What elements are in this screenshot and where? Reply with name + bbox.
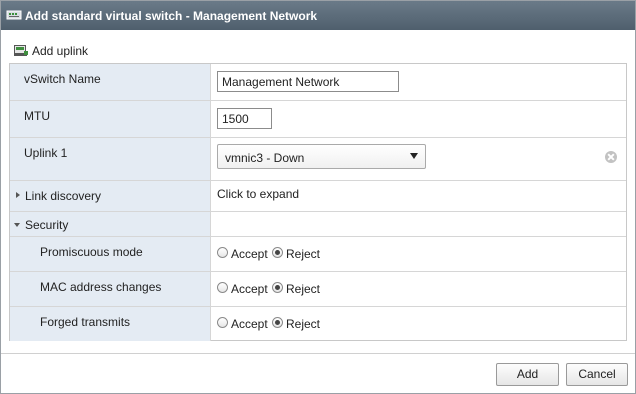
label-cell: Promiscuous mode <box>10 237 211 271</box>
row-vswitch-name: vSwitch Name <box>10 64 626 101</box>
promiscuous-mode-label: Promiscuous mode <box>40 245 143 259</box>
row-mtu: MTU <box>10 101 626 138</box>
vswitch-name-label: vSwitch Name <box>24 72 101 86</box>
add-button[interactable]: Add <box>496 363 559 386</box>
click-to-expand-text[interactable]: Click to expand <box>217 187 299 201</box>
row-mac-address-changes: MAC address changes Accept Reject <box>10 272 626 307</box>
dialog-titlebar: Add standard virtual switch - Management… <box>1 1 635 30</box>
reject-label[interactable]: Reject <box>286 317 320 331</box>
mac-changes-accept-radio[interactable] <box>217 282 228 293</box>
value-cell <box>211 212 626 236</box>
dropdown-arrow-icon <box>410 153 418 159</box>
value-cell: Accept Reject <box>211 272 626 306</box>
row-forged-transmits: Forged transmits Accept Reject <box>10 307 626 341</box>
label-cell: MTU <box>10 101 211 137</box>
mac-changes-reject-radio[interactable] <box>272 282 283 293</box>
add-uplink-label: Add uplink <box>32 44 89 58</box>
security-label: Security <box>25 218 69 232</box>
row-uplink-1: Uplink 1 vmnic3 - Down <box>10 138 626 181</box>
label-cell: Link discovery <box>10 181 211 211</box>
mtu-input[interactable] <box>217 108 272 129</box>
promiscuous-accept-radio[interactable] <box>217 247 228 258</box>
forged-reject-radio[interactable] <box>272 317 283 328</box>
footer-divider <box>1 353 635 354</box>
network-adapter-icon <box>14 45 28 56</box>
accept-label[interactable]: Accept <box>231 317 268 331</box>
mtu-label: MTU <box>24 109 50 123</box>
value-cell: Accept Reject <box>211 307 626 341</box>
add-vswitch-dialog: Add standard virtual switch - Management… <box>0 0 636 394</box>
accept-label[interactable]: Accept <box>231 282 268 296</box>
link-discovery-label: Link discovery <box>25 189 102 203</box>
mac-address-changes-label: MAC address changes <box>40 280 162 294</box>
label-cell: MAC address changes <box>10 272 211 306</box>
promiscuous-reject-radio[interactable] <box>272 247 283 258</box>
label-cell: Uplink 1 <box>10 138 211 180</box>
forged-accept-radio[interactable] <box>217 317 228 328</box>
dialog-title: Add standard virtual switch - Management… <box>25 9 318 23</box>
reject-label[interactable]: Reject <box>286 282 320 296</box>
uplink-1-selected-value: vmnic3 - Down <box>225 151 305 165</box>
expand-arrow-icon[interactable] <box>16 192 20 198</box>
vswitch-icon <box>6 10 22 20</box>
vswitch-properties-form: vSwitch Name MTU Uplink 1 vmnic3 - Down <box>9 63 627 341</box>
value-cell: Click to expand <box>211 181 626 211</box>
cancel-button[interactable]: Cancel <box>566 363 628 386</box>
label-cell: Security <box>10 212 211 236</box>
row-link-discovery[interactable]: Link discovery Click to expand <box>10 181 626 212</box>
value-cell: vmnic3 - Down <box>211 138 626 180</box>
forged-transmits-label: Forged transmits <box>40 315 131 329</box>
label-cell: Forged transmits <box>10 307 211 341</box>
accept-label[interactable]: Accept <box>231 247 268 261</box>
reject-label[interactable]: Reject <box>286 247 320 261</box>
row-security[interactable]: Security <box>10 212 626 237</box>
vswitch-name-input[interactable] <box>217 71 399 92</box>
row-promiscuous-mode: Promiscuous mode Accept Reject <box>10 237 626 272</box>
value-cell: Accept Reject <box>211 237 626 271</box>
value-cell <box>211 101 626 137</box>
collapse-arrow-icon[interactable] <box>14 223 20 227</box>
value-cell <box>211 64 626 100</box>
uplink-1-select[interactable]: vmnic3 - Down <box>217 144 426 169</box>
remove-uplink-icon[interactable] <box>605 151 617 163</box>
label-cell: vSwitch Name <box>10 64 211 100</box>
uplink-1-label: Uplink 1 <box>24 146 68 160</box>
